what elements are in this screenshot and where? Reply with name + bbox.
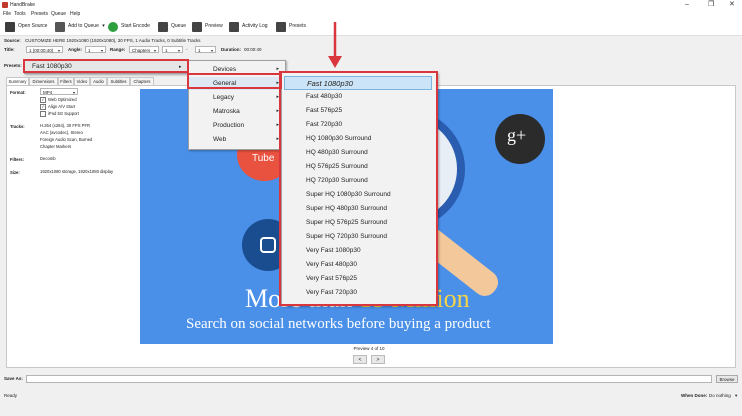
google-plus-icon: g+ bbox=[507, 125, 527, 145]
activity-log-button[interactable]: Activity Log bbox=[229, 21, 268, 32]
chevron-down-icon: ▾ bbox=[210, 48, 213, 53]
chevron-down-icon: ▾ bbox=[100, 48, 103, 53]
menu-bar: File Tools Presets Queue Help bbox=[0, 10, 742, 18]
category-legacy[interactable]: Legacy ▸ bbox=[189, 91, 285, 104]
handbrake-logo-icon bbox=[2, 2, 8, 8]
source-label: Source: bbox=[4, 38, 21, 43]
chevron-down-icon[interactable]: ▾ bbox=[735, 390, 737, 402]
camera-icon bbox=[260, 237, 276, 253]
track-line: AAC (avcodec), Stereo bbox=[40, 130, 83, 135]
restore-button[interactable]: ❐ bbox=[708, 0, 714, 10]
checkmark-icon: ✓ bbox=[40, 96, 46, 103]
angle-label: Angle: bbox=[68, 47, 82, 52]
tab-summary[interactable]: Summary bbox=[6, 77, 29, 85]
start-encode-button[interactable]: Start Encode bbox=[108, 21, 150, 32]
when-done-select[interactable]: Do nothing bbox=[709, 390, 731, 402]
menu-tools[interactable]: Tools bbox=[14, 10, 26, 18]
tracks-label: Tracks: bbox=[10, 124, 25, 129]
chevron-down-icon: ▾ bbox=[57, 48, 60, 53]
menu-file[interactable]: File bbox=[3, 10, 11, 18]
track-line: Chapter Markers bbox=[40, 144, 72, 149]
category-production[interactable]: Production ▸ bbox=[189, 119, 285, 132]
category-web[interactable]: Web ▸ bbox=[189, 133, 285, 146]
filters-value: Decomb bbox=[40, 156, 56, 161]
toolbar: Open Source Add to Queue ▾ Start Encode … bbox=[0, 18, 742, 36]
queue-button[interactable]: Queue bbox=[158, 21, 186, 32]
preview-next-button[interactable]: > bbox=[371, 355, 385, 364]
title-bar: HandBrake – ❐ ✕ bbox=[0, 0, 742, 10]
duration-label: Duration: bbox=[221, 47, 241, 52]
highlight-box-presets bbox=[23, 59, 189, 73]
track-line: H.264 (x264), 30 FPS PFR bbox=[40, 123, 91, 128]
menu-presets[interactable]: Presets bbox=[31, 10, 48, 18]
range-label: Range: bbox=[110, 47, 126, 52]
preview-counter: Preview 4 of 10 bbox=[353, 346, 385, 351]
save-as-label: Save As: bbox=[4, 376, 23, 381]
minimize-button[interactable]: – bbox=[685, 0, 689, 10]
status-text: Ready bbox=[4, 393, 18, 398]
tab-filters[interactable]: Filters bbox=[58, 77, 74, 85]
title-select[interactable]: 1 (00:00:40) ▾ bbox=[26, 46, 63, 53]
range-mode-select[interactable]: Chapters ▾ bbox=[129, 46, 159, 53]
status-bar: Ready When Done: Do nothing ▾ bbox=[0, 390, 742, 402]
size-label: Size: bbox=[10, 170, 20, 175]
title-label: Title: bbox=[4, 47, 15, 52]
when-done-label: When Done: bbox=[681, 393, 708, 398]
tab-video[interactable]: Video bbox=[74, 77, 90, 85]
source-row: Source: CUSTOMIZE HERE 1920x1080 (1920x1… bbox=[4, 37, 201, 45]
queue-icon bbox=[158, 21, 168, 32]
preview-icon bbox=[192, 21, 202, 32]
align-av-checkbox[interactable]: ✓ Align A/V Start bbox=[40, 103, 75, 110]
queue-add-icon bbox=[55, 21, 65, 32]
size-value: 1920x1080 storage, 1920x1080 display bbox=[40, 169, 114, 174]
youtube-logo: Tube bbox=[252, 153, 275, 164]
range-start-select[interactable]: 1 ▾ bbox=[162, 46, 183, 53]
category-matroska[interactable]: Matroska ▸ bbox=[189, 105, 285, 118]
arrow-down-icon bbox=[328, 22, 342, 68]
filters-label: Filters: bbox=[10, 157, 24, 162]
range-end-select[interactable]: 1 ▾ bbox=[195, 46, 216, 53]
checkmark-icon: ✓ bbox=[40, 103, 46, 110]
format-select[interactable]: MP4 ▾ bbox=[40, 88, 78, 95]
presets-label: Presets: bbox=[4, 63, 22, 68]
presets-icon bbox=[276, 21, 286, 32]
menu-queue[interactable]: Queue bbox=[51, 10, 66, 18]
window-title: HandBrake bbox=[10, 2, 36, 8]
highlight-box-general bbox=[187, 73, 282, 89]
duration-value: 00:00:40 bbox=[244, 47, 262, 52]
log-icon bbox=[229, 21, 239, 32]
track-line: Foreign Audio Scan, Burned bbox=[40, 137, 93, 142]
open-source-button[interactable]: Open Source bbox=[5, 21, 47, 32]
presets-button[interactable]: Presets bbox=[276, 21, 306, 32]
range-separator: - bbox=[186, 47, 188, 52]
angle-select[interactable]: 1 ▾ bbox=[85, 46, 106, 53]
close-button[interactable]: ✕ bbox=[729, 0, 735, 10]
tab-subtitles[interactable]: Subtitles bbox=[107, 77, 130, 85]
tab-dimensions[interactable]: Dimensions bbox=[29, 77, 58, 85]
preview-subline: Search on social networks before buying … bbox=[186, 316, 491, 332]
format-label: Format: bbox=[10, 90, 26, 95]
chevron-down-icon: ▾ bbox=[177, 48, 180, 53]
film-icon bbox=[5, 21, 15, 32]
play-icon bbox=[108, 21, 118, 32]
save-as-row: Save As: Browse bbox=[0, 373, 742, 385]
web-optimized-checkbox[interactable]: ✓ Web Optimized bbox=[40, 96, 77, 103]
tab-chapters[interactable]: Chapters bbox=[130, 77, 154, 85]
browse-button[interactable]: Browse bbox=[716, 375, 738, 383]
add-to-queue-button[interactable]: Add to Queue ▾ bbox=[55, 21, 105, 32]
source-info: CUSTOMIZE HERE 1920x1080 (1920x1080), 30… bbox=[25, 38, 201, 43]
highlight-box-general-list bbox=[279, 71, 438, 306]
menu-help[interactable]: Help bbox=[70, 10, 80, 18]
chevron-down-icon[interactable]: ▾ bbox=[102, 23, 105, 29]
ipod-checkbox[interactable]: iPod 5G Support bbox=[40, 110, 79, 117]
tab-audio[interactable]: Audio bbox=[90, 77, 107, 85]
chevron-down-icon: ▾ bbox=[153, 48, 156, 53]
save-as-input[interactable] bbox=[26, 375, 712, 383]
chevron-down-icon: ▾ bbox=[72, 90, 75, 95]
preview-button[interactable]: Preview bbox=[192, 21, 223, 32]
preview-prev-button[interactable]: < bbox=[353, 355, 367, 364]
